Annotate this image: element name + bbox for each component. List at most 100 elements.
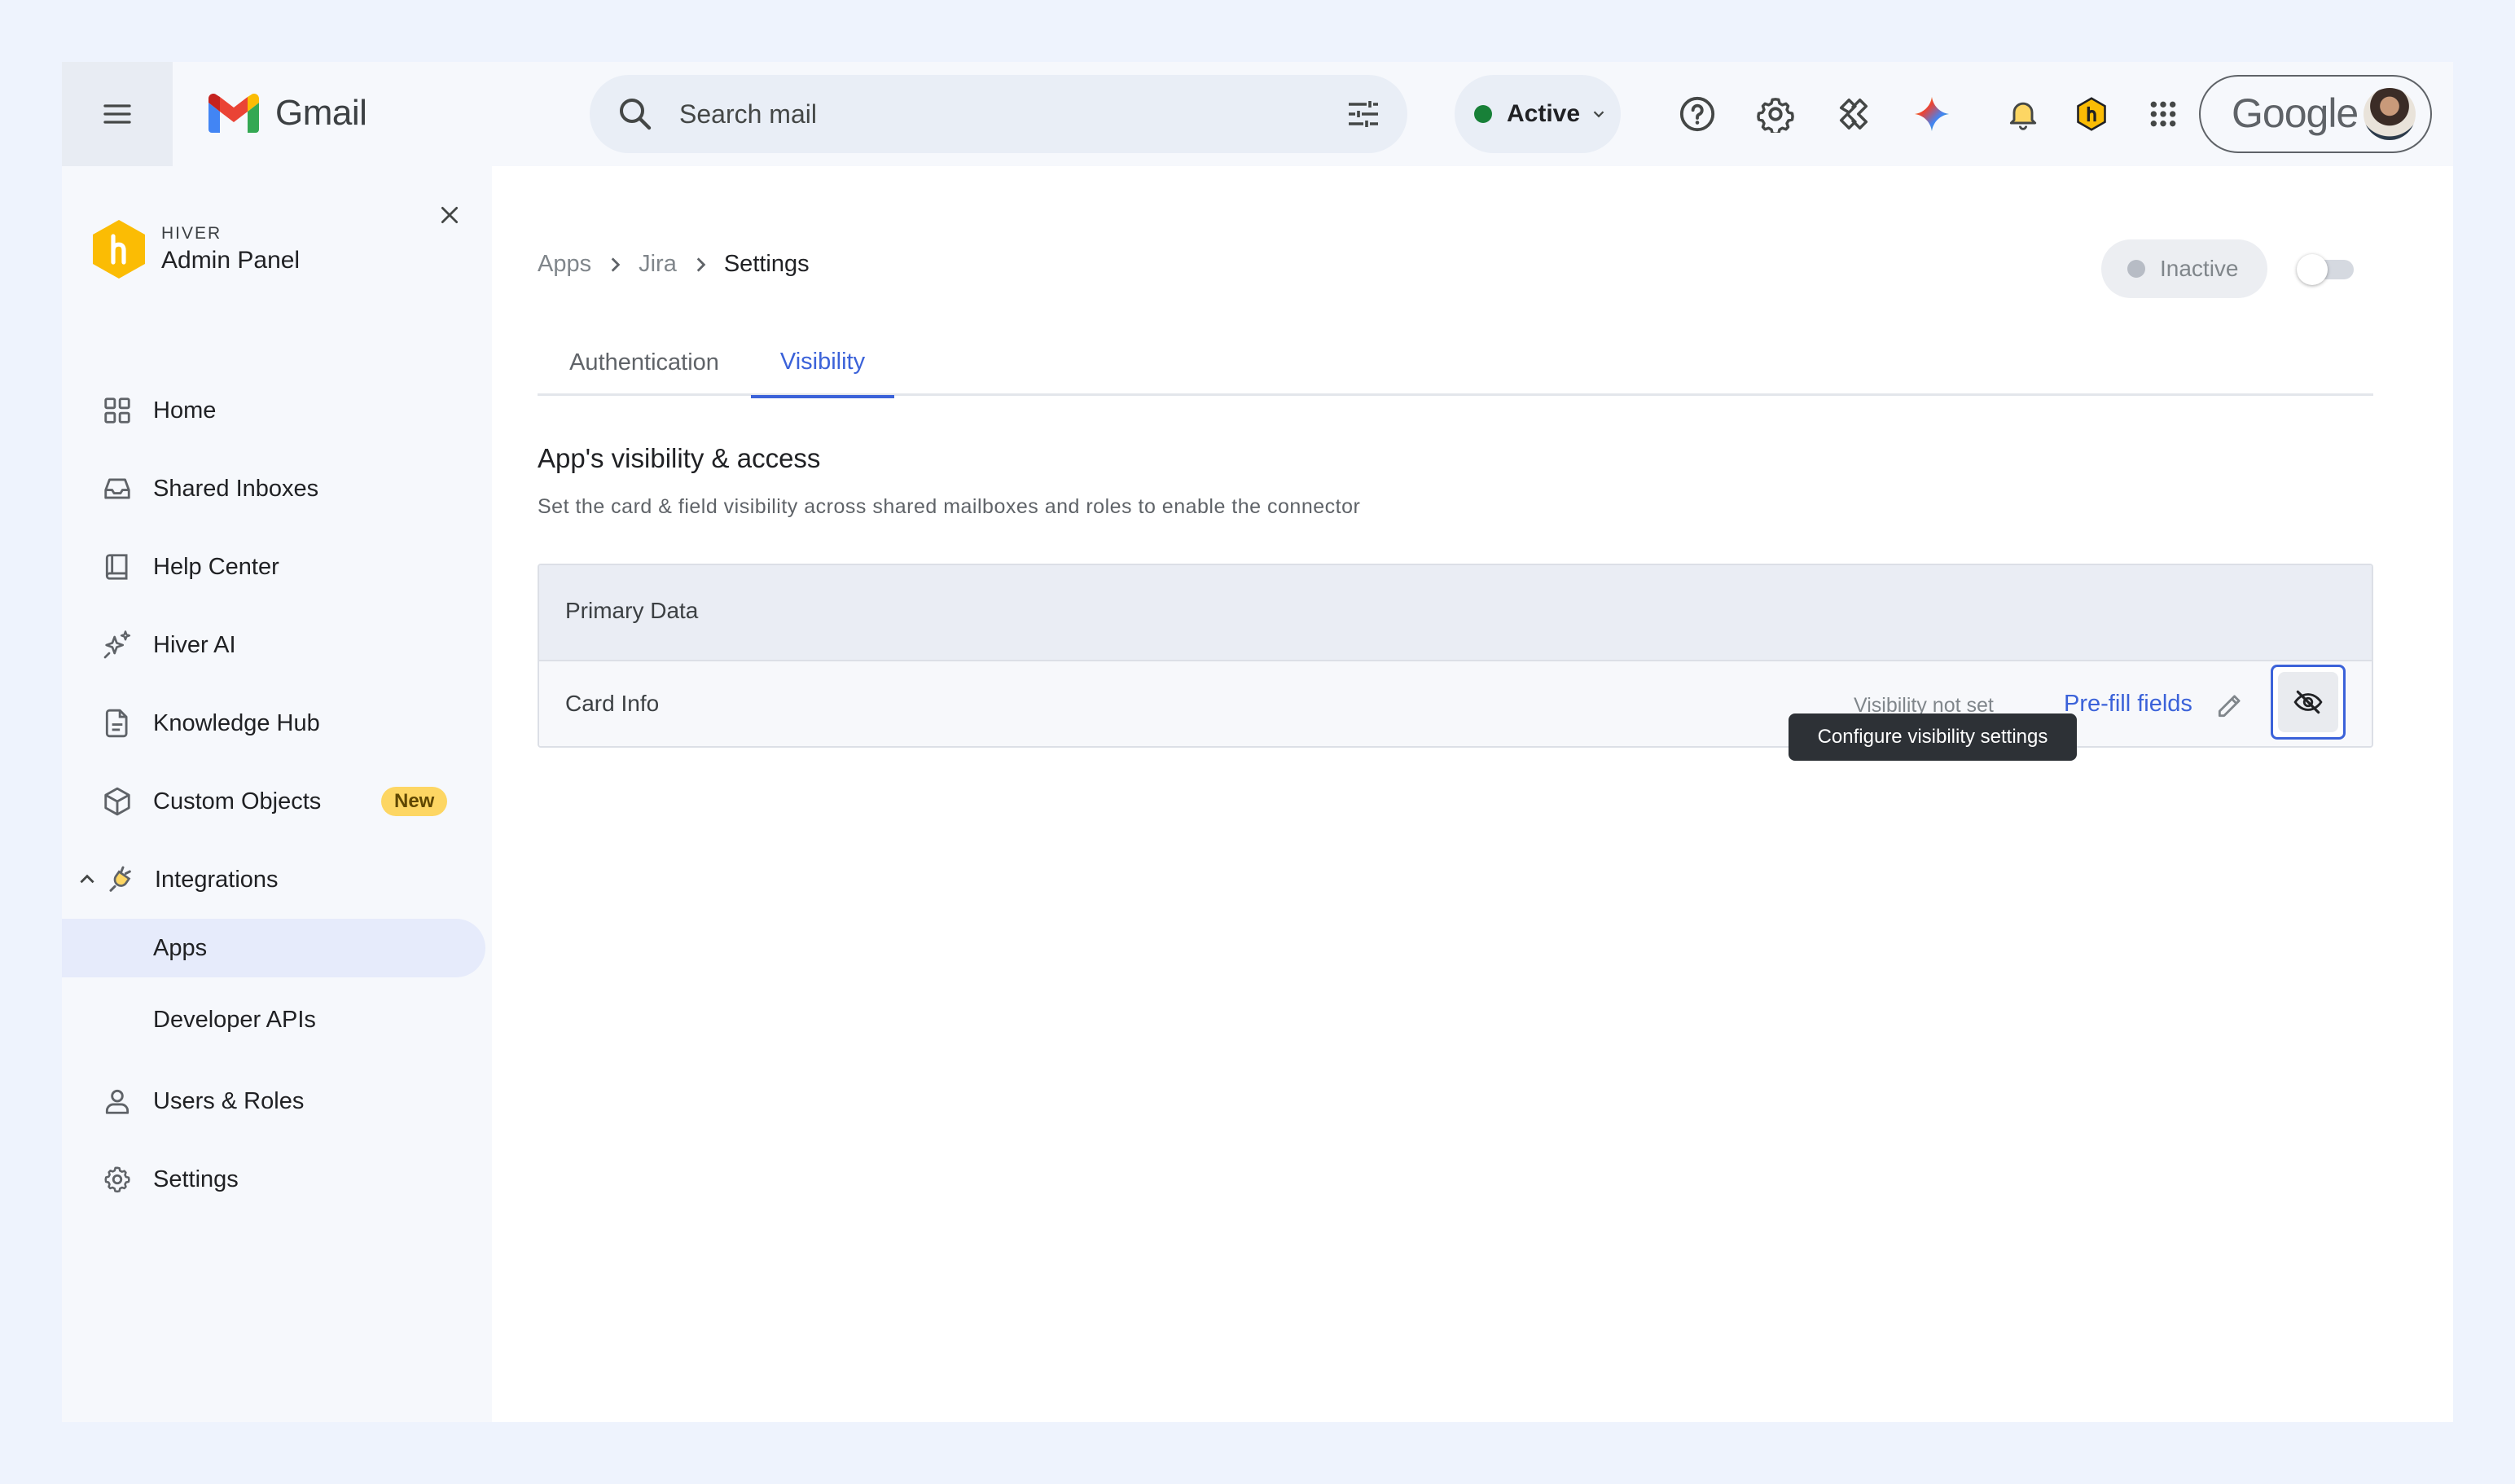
- help-icon: [1679, 96, 1715, 132]
- hiver-logo-icon: [93, 220, 145, 279]
- gemini-button[interactable]: [1912, 94, 1951, 134]
- sidebar-item-home[interactable]: Home: [62, 381, 485, 440]
- section-title: App's visibility & access: [538, 443, 821, 473]
- tab-authentication[interactable]: Authentication: [538, 329, 751, 396]
- visibility-table: Primary Data Card Info Visibility not se…: [538, 564, 2373, 748]
- sidebar-item-label: Home: [153, 397, 217, 424]
- close-icon: [441, 206, 459, 224]
- settings-button[interactable]: [1756, 94, 1795, 134]
- sidebar-item-settings[interactable]: Settings: [62, 1150, 485, 1209]
- sidebar-item-knowledge-hub[interactable]: Knowledge Hub: [62, 694, 485, 753]
- inbox-icon: [99, 471, 135, 507]
- sidebar-item-label: Shared Inboxes: [153, 475, 319, 502]
- hiver-extension-icon: [2077, 97, 2106, 131]
- sidebar-item-label: Integrations: [155, 866, 279, 893]
- support-agent-icon: [1839, 99, 1868, 130]
- brand-name: HIVER: [161, 224, 222, 243]
- toggle-knob: [2297, 254, 2328, 285]
- panel-title: Admin Panel: [161, 247, 301, 274]
- breadcrumb: Apps Jira Settings: [538, 251, 810, 278]
- sidebar-item-apps[interactable]: Apps: [62, 919, 485, 977]
- sidebar-item-label: Help Center: [153, 553, 279, 580]
- gmail-m-icon: [208, 94, 259, 133]
- configure-visibility-button[interactable]: [2271, 665, 2346, 740]
- tune-icon[interactable]: [1344, 94, 1383, 134]
- main-menu-button[interactable]: [62, 62, 173, 166]
- eye-off-icon: [2293, 690, 2323, 714]
- configure-visibility-button-inner: [2278, 672, 2338, 732]
- settings-tabs: Authentication Visibility: [538, 329, 2373, 398]
- edit-button[interactable]: [2212, 687, 2248, 723]
- user-icon: [99, 1083, 135, 1119]
- chevron-up-icon[interactable]: [77, 869, 98, 890]
- gmail-logo[interactable]: Gmail: [208, 93, 367, 134]
- gmail-top-bar: Gmail Search mail Active Google: [62, 62, 2453, 166]
- avatar: [2364, 88, 2416, 140]
- status-badge: Inactive: [2101, 239, 2267, 298]
- help-button[interactable]: [1678, 94, 1717, 134]
- sidebar-item-label: Users & Roles: [153, 1087, 305, 1114]
- status-badge-label: Inactive: [2160, 256, 2239, 281]
- cube-icon: [99, 784, 135, 819]
- hiver-admin-sidebar: HIVER Admin Panel Home Shared Inboxes He…: [62, 166, 492, 1422]
- close-panel-button[interactable]: [433, 199, 466, 231]
- menu-icon: [103, 104, 131, 124]
- google-apps-button[interactable]: [2144, 94, 2183, 134]
- sidebar-item-users-roles[interactable]: Users & Roles: [62, 1072, 485, 1131]
- table-header-label: Primary Data: [565, 598, 699, 623]
- bell-icon: [2009, 102, 2037, 130]
- sidebar-item-label: Developer APIs: [153, 1006, 316, 1033]
- sidebar-item-shared-inboxes[interactable]: Shared Inboxes: [62, 459, 485, 518]
- sidebar-item-custom-objects[interactable]: Custom Objects New: [62, 772, 485, 831]
- table-header: Primary Data: [539, 565, 2372, 661]
- chevron-right-icon: [690, 254, 711, 275]
- sidebar-item-hiver-ai[interactable]: Hiver AI: [62, 616, 485, 674]
- search-input[interactable]: Search mail: [679, 99, 817, 130]
- sidebar-item-label: Knowledge Hub: [153, 709, 320, 736]
- tooltip-configure-visibility: Configure visibility settings: [1789, 713, 2077, 761]
- status-label: Active: [1507, 100, 1581, 127]
- sidebar-item-label: Apps: [153, 934, 208, 961]
- inactive-dot: [2127, 260, 2145, 278]
- hiver-extension-button[interactable]: [2072, 94, 2111, 134]
- sidebar-item-integrations[interactable]: Integrations: [62, 850, 485, 909]
- chevron-right-icon: [604, 254, 625, 275]
- sidebar-item-help-center[interactable]: Help Center: [62, 538, 485, 596]
- home-grid-icon: [99, 393, 135, 428]
- hiver-brand: HIVER Admin Panel: [91, 220, 300, 279]
- document-icon: [99, 705, 135, 741]
- search-bar[interactable]: Search mail: [590, 75, 1407, 153]
- sidebar-item-label: Settings: [153, 1166, 239, 1192]
- new-badge: New: [381, 787, 448, 816]
- tab-visibility[interactable]: Visibility: [751, 329, 894, 398]
- status-dot: [1474, 105, 1492, 123]
- gemini-icon: [1914, 96, 1950, 132]
- status-selector[interactable]: Active: [1455, 75, 1621, 153]
- google-account-button[interactable]: Google: [2199, 75, 2432, 153]
- row-label: Card Info: [565, 691, 660, 716]
- google-wordmark: Google: [2232, 90, 2359, 136]
- main-content: Apps Jira Settings Inactive Authenticati…: [492, 166, 2453, 1422]
- chevron-down-icon: [1593, 111, 1604, 118]
- table-row: Card Info Visibility not set Pre-fill fi…: [539, 661, 2372, 746]
- sidebar-item-developer-apis[interactable]: Developer APIs: [62, 990, 485, 1049]
- plug-icon: [101, 862, 137, 898]
- pencil-icon: [2218, 695, 2241, 718]
- settings-icon: [1757, 98, 1794, 133]
- app-frame: Gmail Search mail Active Google HIVER Ad…: [62, 62, 2453, 1422]
- support-button[interactable]: [1834, 94, 1873, 134]
- breadcrumb-jira[interactable]: Jira: [639, 251, 677, 278]
- gear-icon: [99, 1161, 135, 1197]
- apps-grid-icon: [2150, 101, 2176, 127]
- app-active-toggle[interactable]: [2297, 254, 2359, 285]
- sidebar-item-label: Custom Objects: [153, 788, 322, 814]
- sparkle-icon: [99, 627, 135, 663]
- book-icon: [99, 549, 135, 585]
- gmail-wordmark: Gmail: [275, 93, 367, 133]
- search-icon[interactable]: [616, 94, 655, 134]
- sidebar-item-label: Hiver AI: [153, 631, 236, 658]
- pre-fill-fields-link[interactable]: Pre-fill fields: [2064, 691, 2192, 718]
- section-description: Set the card & field visibility across s…: [538, 495, 1361, 518]
- notifications-button[interactable]: [2004, 94, 2043, 134]
- breadcrumb-apps[interactable]: Apps: [538, 251, 591, 278]
